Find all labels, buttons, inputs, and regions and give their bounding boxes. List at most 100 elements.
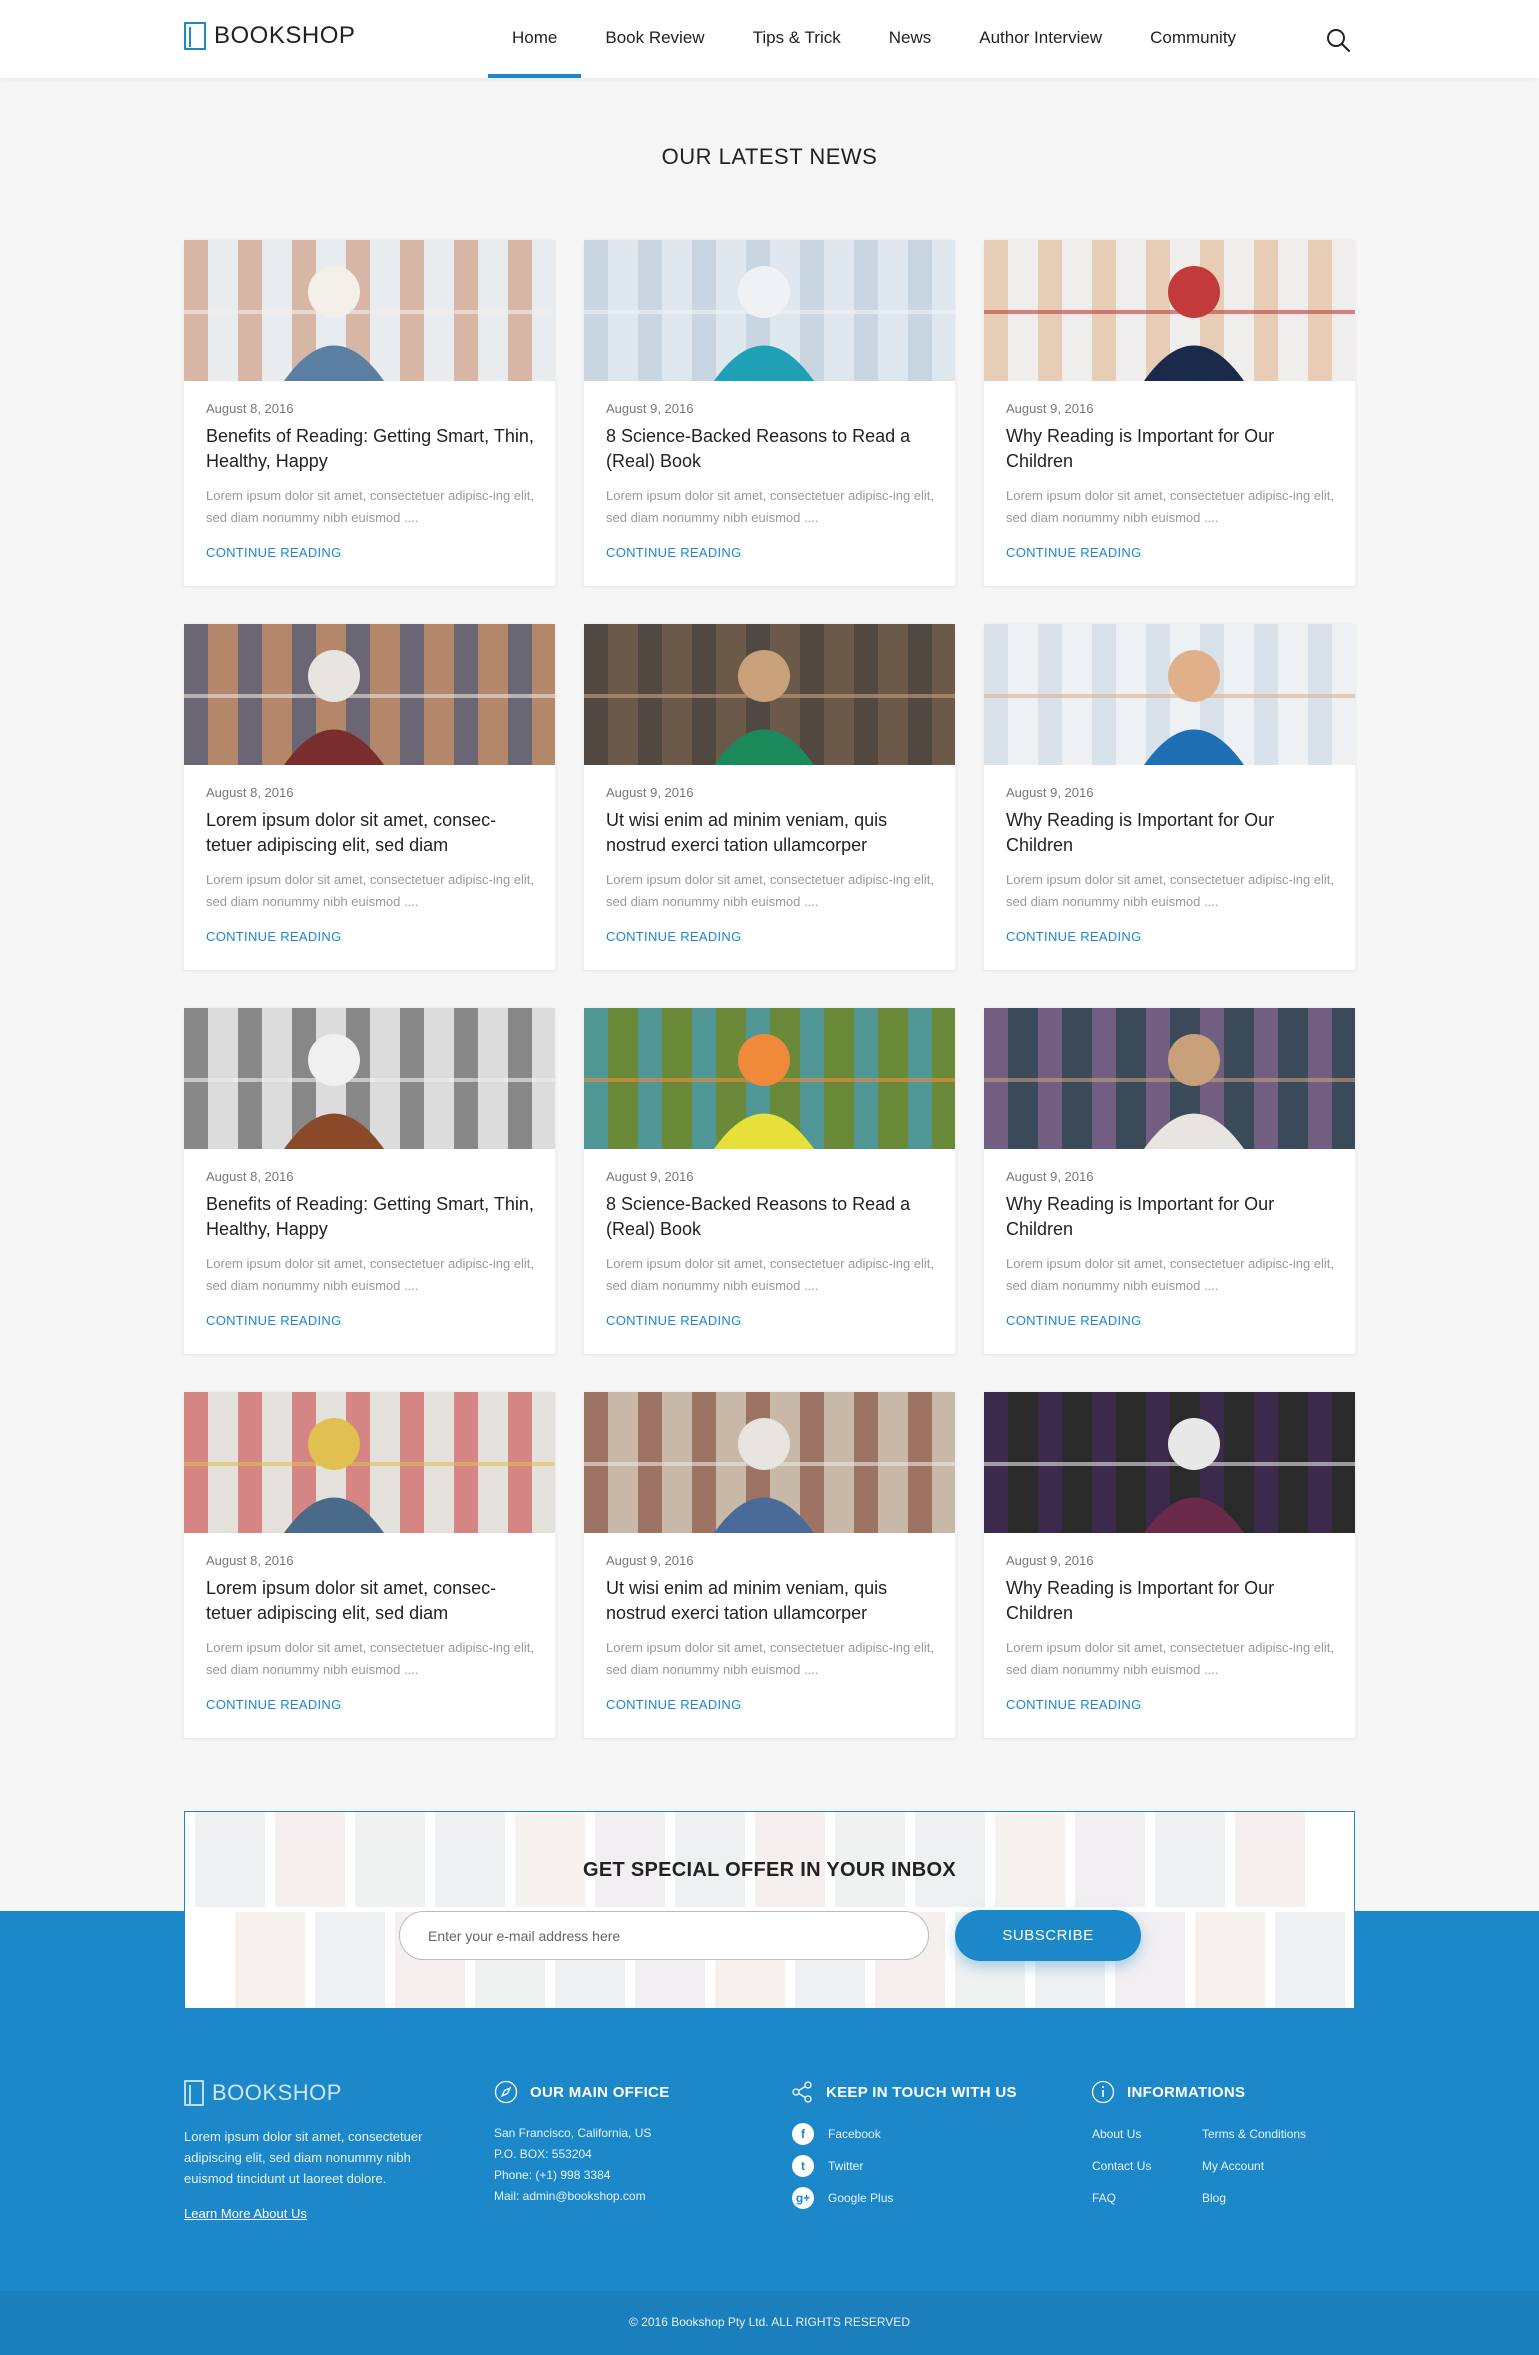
card-photo xyxy=(584,624,955,765)
card-excerpt: Lorem ipsum dolor sit amet, consectetuer… xyxy=(206,488,535,525)
card-image[interactable] xyxy=(984,624,1355,765)
logo[interactable]: BOOKSHOP xyxy=(184,22,355,50)
office-phone: Phone: (+1) 998 3384 xyxy=(494,2168,611,2182)
continue-reading-link[interactable]: CONTINUE READING xyxy=(206,929,342,944)
news-card[interactable]: August 9, 2016 Why Reading is Important … xyxy=(984,1008,1355,1354)
continue-reading-link[interactable]: CONTINUE READING xyxy=(606,1697,742,1712)
card-photo xyxy=(184,624,555,765)
card-image[interactable] xyxy=(984,1392,1355,1533)
card-image[interactable] xyxy=(184,1392,555,1533)
social-title: KEEP IN TOUCH WITH US xyxy=(826,2083,1017,2101)
continue-reading-link[interactable]: CONTINUE READING xyxy=(606,545,742,560)
card-image[interactable] xyxy=(184,1008,555,1149)
card-date: August 9, 2016 xyxy=(1006,401,1094,416)
card-date: August 9, 2016 xyxy=(606,1169,694,1184)
card-photo xyxy=(184,1008,555,1149)
card-date: August 8, 2016 xyxy=(206,1169,294,1184)
card-image[interactable] xyxy=(584,1008,955,1149)
continue-reading-link[interactable]: CONTINUE READING xyxy=(1006,545,1142,560)
news-card[interactable]: August 9, 2016 Why Reading is Important … xyxy=(984,240,1355,586)
footer-logo-text: BOOKSHOP xyxy=(212,2080,342,2105)
card-title[interactable]: Benefits of Reading: Getting Smart, Thin… xyxy=(206,1192,536,1242)
social-twitter[interactable]: t Twitter xyxy=(792,2155,863,2177)
news-card[interactable]: August 9, 2016 Ut wisi enim ad minim ven… xyxy=(584,1392,955,1738)
card-title[interactable]: Benefits of Reading: Getting Smart, Thin… xyxy=(206,424,536,474)
news-card[interactable]: August 9, 2016 8 Science-Backed Reasons … xyxy=(584,1008,955,1354)
news-card[interactable]: August 9, 2016 Why Reading is Important … xyxy=(984,624,1355,970)
footer-link-faq[interactable]: FAQ xyxy=(1092,2191,1116,2205)
news-card[interactable]: August 9, 2016 8 Science-Backed Reasons … xyxy=(584,240,955,586)
card-excerpt: Lorem ipsum dolor sit amet, consectetuer… xyxy=(606,1256,935,1293)
card-image[interactable] xyxy=(584,1392,955,1533)
card-excerpt: Lorem ipsum dolor sit amet, consectetuer… xyxy=(606,1640,935,1677)
footer-link-contact-us[interactable]: Contact Us xyxy=(1092,2159,1151,2173)
info-heading: INFORMATIONS xyxy=(1091,2080,1245,2104)
nav-item-tips-trick[interactable]: Tips & Trick xyxy=(729,0,865,78)
card-title[interactable]: Why Reading is Important for Our Childre… xyxy=(1006,1576,1336,1626)
facebook-icon: f xyxy=(792,2123,814,2145)
social-google-plus-label: Google Plus xyxy=(828,2191,894,2205)
social-facebook[interactable]: f Facebook xyxy=(792,2123,881,2145)
card-image[interactable] xyxy=(184,240,555,381)
footer-link-about-us[interactable]: About Us xyxy=(1092,2127,1141,2141)
card-image[interactable] xyxy=(584,240,955,381)
office-mail[interactable]: Mail: admin@bookshop.com xyxy=(494,2186,651,2207)
news-card[interactable]: August 9, 2016 Ut wisi enim ad minim ven… xyxy=(584,624,955,970)
site-header: BOOKSHOP Home Book Review Tips & Trick N… xyxy=(0,0,1539,78)
card-title[interactable]: Why Reading is Important for Our Childre… xyxy=(1006,424,1336,474)
email-input[interactable] xyxy=(399,1911,929,1960)
continue-reading-link[interactable]: CONTINUE READING xyxy=(1006,1313,1142,1328)
subscribe-button[interactable]: SUBSCRIBE xyxy=(955,1910,1141,1961)
card-date: August 9, 2016 xyxy=(1006,1169,1094,1184)
nav-item-news[interactable]: News xyxy=(865,0,956,78)
card-photo xyxy=(584,1392,955,1533)
card-photo xyxy=(984,240,1355,381)
continue-reading-link[interactable]: CONTINUE READING xyxy=(606,1313,742,1328)
compass-icon xyxy=(494,2080,518,2104)
learn-more-link[interactable]: Learn More About Us xyxy=(184,2206,307,2221)
nav-item-community[interactable]: Community xyxy=(1126,0,1260,78)
continue-reading-link[interactable]: CONTINUE READING xyxy=(1006,1697,1142,1712)
card-title[interactable]: 8 Science-Backed Reasons to Read a (Real… xyxy=(606,424,936,474)
card-date: August 8, 2016 xyxy=(206,785,294,800)
footer-link-my-account[interactable]: My Account xyxy=(1202,2159,1264,2173)
continue-reading-link[interactable]: CONTINUE READING xyxy=(206,1697,342,1712)
card-photo xyxy=(584,240,955,381)
google-plus-icon: g+ xyxy=(792,2187,814,2209)
footer-logo[interactable]: BOOKSHOP xyxy=(184,2080,342,2106)
news-card[interactable]: August 9, 2016 Why Reading is Important … xyxy=(984,1392,1355,1738)
card-photo xyxy=(984,1008,1355,1149)
footer-link-blog[interactable]: Blog xyxy=(1202,2191,1226,2205)
nav-item-home[interactable]: Home xyxy=(488,0,582,78)
card-title[interactable]: 8 Science-Backed Reasons to Read a (Real… xyxy=(606,1192,936,1242)
social-google-plus[interactable]: g+ Google Plus xyxy=(792,2187,893,2209)
continue-reading-link[interactable]: CONTINUE READING xyxy=(206,545,342,560)
main-nav: Home Book Review Tips & Trick News Autho… xyxy=(488,0,1260,78)
continue-reading-link[interactable]: CONTINUE READING xyxy=(606,929,742,944)
card-image[interactable] xyxy=(584,624,955,765)
nav-item-book-review[interactable]: Book Review xyxy=(581,0,728,78)
card-date: August 8, 2016 xyxy=(206,401,294,416)
continue-reading-link[interactable]: CONTINUE READING xyxy=(206,1313,342,1328)
continue-reading-link[interactable]: CONTINUE READING xyxy=(1006,929,1142,944)
search-icon[interactable] xyxy=(1325,27,1351,53)
card-date: August 9, 2016 xyxy=(606,401,694,416)
footer-link-terms[interactable]: Terms & Conditions xyxy=(1202,2127,1306,2141)
news-card[interactable]: August 8, 2016 Lorem ipsum dolor sit ame… xyxy=(184,1392,555,1738)
news-card[interactable]: August 8, 2016 Benefits of Reading: Gett… xyxy=(184,240,555,586)
card-title[interactable]: Why Reading is Important for Our Childre… xyxy=(1006,808,1336,858)
news-card[interactable]: August 8, 2016 Benefits of Reading: Gett… xyxy=(184,1008,555,1354)
nav-item-author-interview[interactable]: Author Interview xyxy=(955,0,1126,78)
card-image[interactable] xyxy=(184,624,555,765)
card-title[interactable]: Why Reading is Important for Our Childre… xyxy=(1006,1192,1336,1242)
card-title[interactable]: Lorem ipsum dolor sit amet, consec-tetue… xyxy=(206,1576,536,1626)
card-image[interactable] xyxy=(984,1008,1355,1149)
social-heading: KEEP IN TOUCH WITH US xyxy=(790,2080,1017,2104)
card-title[interactable]: Lorem ipsum dolor sit amet, consec-tetue… xyxy=(206,808,536,858)
news-card[interactable]: August 8, 2016 Lorem ipsum dolor sit ame… xyxy=(184,624,555,970)
card-excerpt: Lorem ipsum dolor sit amet, consectetuer… xyxy=(1006,488,1335,525)
card-date: August 9, 2016 xyxy=(606,785,694,800)
card-title[interactable]: Ut wisi enim ad minim veniam, quis nostr… xyxy=(606,808,936,858)
card-image[interactable] xyxy=(984,240,1355,381)
card-title[interactable]: Ut wisi enim ad minim veniam, quis nostr… xyxy=(606,1576,936,1626)
